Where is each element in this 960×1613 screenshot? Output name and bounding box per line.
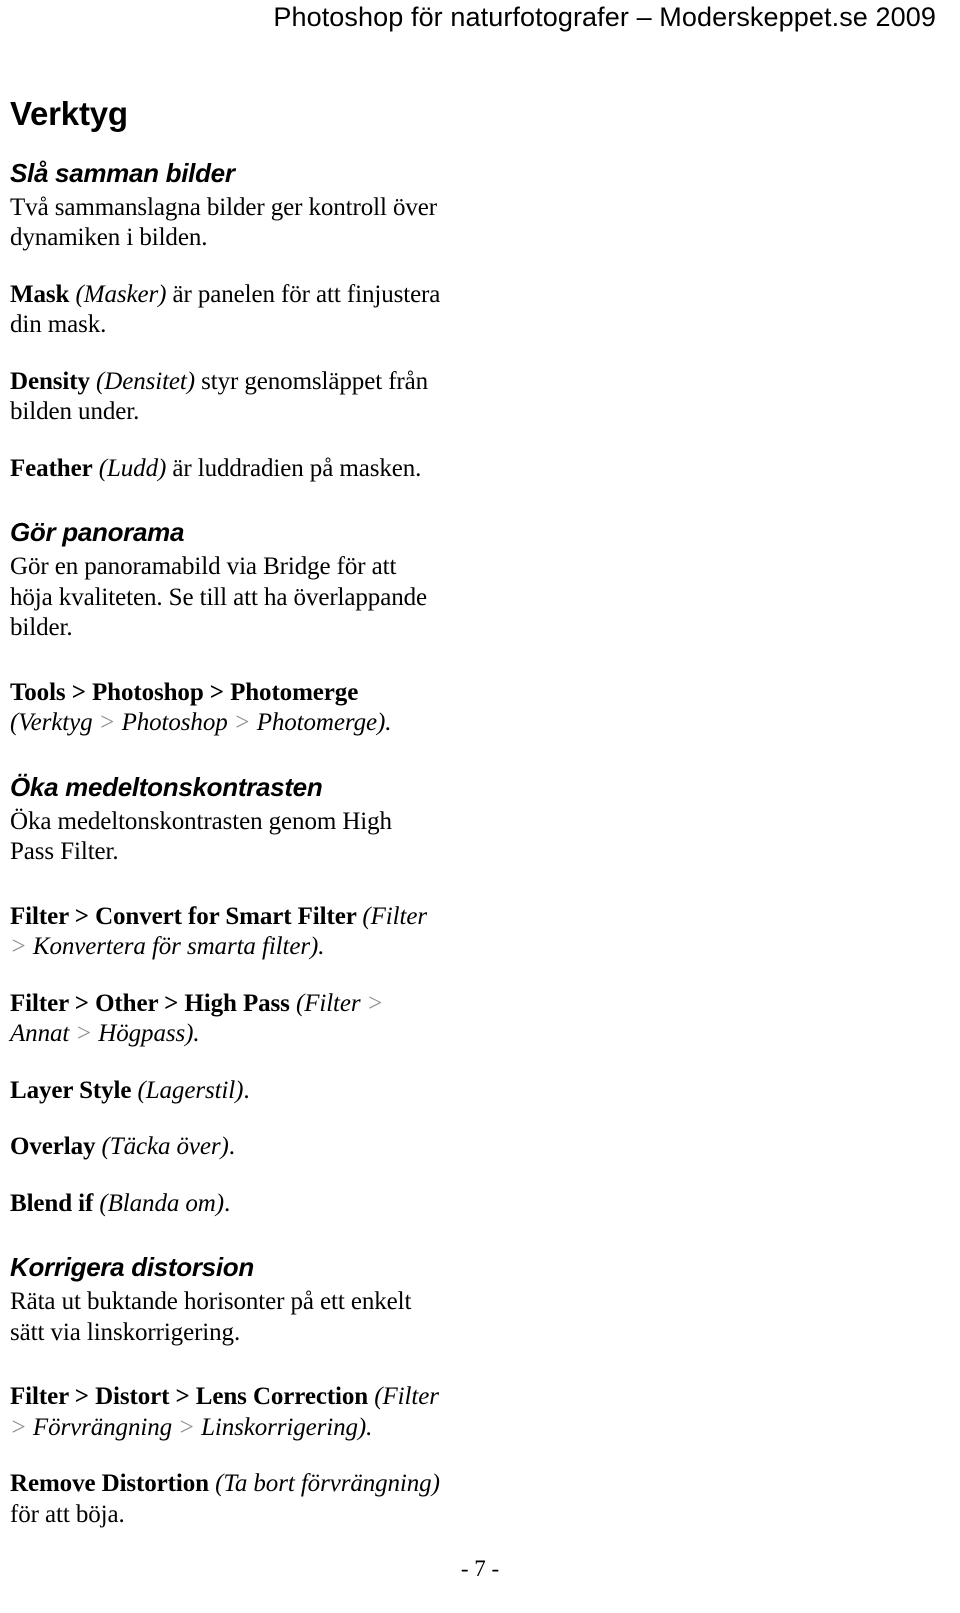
- section-intro-korrigera-distorsion: Räta ut buktande horisonter på ett enkel…: [10, 1288, 412, 1346]
- menu-path-english: Filter > Convert for Smart Filter: [10, 902, 363, 930]
- menu-path-swedish-tail: Högpass).: [98, 1020, 200, 1048]
- menu-path-photomerge: Tools > Photoshop > Photomerge (Verktyg …: [10, 678, 442, 739]
- term-item-feather: Feather (Ludd) är luddradien på masken.: [10, 454, 442, 485]
- menu-path-swedish-tail: Konvertera för smarta filter).: [32, 933, 325, 961]
- menu-separator-icon: >: [92, 709, 122, 737]
- menu-path-english: Tools > Photoshop > Photomerge: [10, 678, 359, 706]
- menu-path-swedish-mid: Photoshop: [121, 709, 228, 737]
- page-content: Verktyg Slå samman bilder Två sammanslag…: [10, 95, 442, 1530]
- page-number: - 7 -: [460, 1556, 500, 1581]
- menu-path-swedish-open: (Filter: [374, 1383, 439, 1411]
- menu-path-swedish-open: (Verktyg: [10, 709, 93, 737]
- menu-path-english: Filter > Other > High Pass: [10, 989, 296, 1017]
- menu-separator-icon: >: [227, 709, 257, 737]
- term-description: .: [228, 1133, 235, 1161]
- menu-path-swedish-close: Linskorrigering).: [201, 1413, 373, 1441]
- page-title: Verktyg: [10, 95, 128, 132]
- menu-path-swedish-open: (Filter: [295, 989, 361, 1017]
- term-translation: (Masker): [75, 280, 167, 308]
- term-item-density: Density (Densitet) styr genomsläppet frå…: [10, 367, 442, 428]
- term-translation: (Lagerstil): [137, 1076, 244, 1104]
- term-label: Blend if: [10, 1189, 94, 1217]
- term-item-blend-if: Blend if (Blanda om).: [10, 1189, 442, 1220]
- menu-separator-icon: >: [10, 1413, 33, 1441]
- term-label: Mask: [10, 280, 70, 308]
- term-label: Layer Style: [10, 1076, 132, 1104]
- menu-separator-icon: >: [172, 1413, 202, 1441]
- term-label: Overlay: [10, 1133, 96, 1161]
- section-heading-korrigera-distorsion: Korrigera distorsion: [10, 1252, 254, 1283]
- menu-path-english: Filter > Distort > Lens Correction: [10, 1383, 375, 1411]
- term-description: .: [223, 1189, 231, 1217]
- menu-path-convert-smart-filter: Filter > Convert for Smart Filter (Filte…: [10, 902, 442, 963]
- term-item-overlay: Overlay (Täcka över).: [10, 1132, 442, 1163]
- menu-separator-icon: >: [69, 1020, 99, 1048]
- section-heading-sla-samman-bilder: Slå samman bilder: [10, 157, 235, 188]
- menu-path-high-pass: Filter > Other > High Pass (Filter > Ann…: [10, 989, 442, 1050]
- term-translation: (Ludd): [98, 454, 167, 482]
- term-description: är luddradien på masken.: [166, 454, 422, 482]
- section-intro-gor-panorama: Gör en panoramabild via Bridge för att h…: [10, 553, 427, 642]
- menu-separator-icon: >: [360, 989, 384, 1017]
- menu-separator-icon: >: [10, 933, 33, 961]
- term-item-remove-distortion: Remove Distortion (Ta bort förvrängning)…: [10, 1469, 442, 1530]
- section-heading-oka-medeltonskontrasten: Öka medeltonskontrasten: [10, 771, 323, 802]
- section-heading-gor-panorama: Gör panorama: [10, 517, 185, 548]
- menu-path-lens-correction: Filter > Distort > Lens Correction (Filt…: [10, 1382, 442, 1443]
- section-intro-oka-medeltonskontrasten: Öka medeltonskontrasten genom High Pass …: [10, 807, 392, 866]
- term-label: Density: [10, 367, 90, 395]
- term-translation: (Ta bort förvrängning): [215, 1470, 440, 1498]
- menu-path-swedish-open: (Filter: [362, 902, 427, 930]
- term-translation: (Täcka över): [101, 1133, 229, 1161]
- term-description: för att böja.: [10, 1500, 125, 1528]
- section-intro-sla-samman-bilder: Två sammanslagna bilder ger kontroll öve…: [10, 193, 438, 252]
- term-translation: (Densitet): [96, 367, 195, 395]
- term-item-layer-style: Layer Style (Lagerstil).: [10, 1076, 442, 1107]
- term-label: Remove Distortion: [10, 1470, 216, 1498]
- term-translation: (Blanda om): [99, 1189, 224, 1217]
- running-header: Photoshop för naturfotografer – Moderske…: [273, 2, 936, 32]
- term-item-mask: Mask (Masker) är panelen för att finjust…: [10, 280, 442, 341]
- term-label: Feather: [10, 454, 93, 482]
- menu-path-swedish-mid: Annat: [10, 1020, 70, 1048]
- term-description: .: [243, 1076, 250, 1104]
- menu-path-swedish-mid: Förvrängning: [32, 1413, 172, 1441]
- menu-path-swedish-close: Photomerge).: [256, 709, 392, 737]
